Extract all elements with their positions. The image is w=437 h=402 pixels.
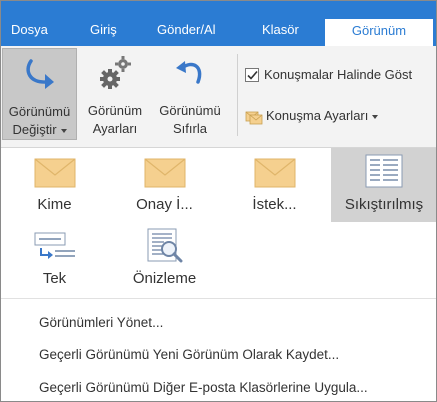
manage-views-menu-item[interactable]: Görünümleri Yönet... [39,315,163,330]
tab-file[interactable]: Dosya [11,20,48,46]
conversation-settings-icon [245,111,263,125]
chevron-down-icon [60,128,67,133]
view-settings-label-1: Görünüm [87,103,143,118]
ribbon-separator [237,54,238,136]
tab-view[interactable]: Görünüm [325,19,433,47]
reset-view-label-2: Sıfırla [173,121,207,136]
view-option-label: Tek [42,270,67,287]
view-settings-button[interactable]: Görünüm Ayarları [81,48,149,140]
view-option-label: Önizleme [132,270,197,287]
save-view-as-new-menu-item[interactable]: Geçerli Görünümü Yeni Görünüm Olarak Kay… [39,347,339,362]
change-view-label-1: Görünümü [8,104,71,119]
ribbon-tab-bar: Dosya Giriş Gönder/Al Klasör Görünüm [1,1,436,47]
change-view-label-2: Değiştir [3,122,76,138]
ribbon: Görünümü Değiştir Görünüm Ayarları Görün… [1,46,436,148]
preview-icon [147,228,182,263]
envelope-icon [254,158,295,188]
view-option-single[interactable]: Tek [1,224,108,296]
change-view-dropdown: Kime Onay İ... İstek... Sıkıştırılmış Te… [1,148,436,401]
single-list-icon [34,232,75,259]
show-as-conversations-label: Konuşmalar Halinde Göst [264,67,413,82]
outlook-window: Dosya Giriş Gönder/Al Klasör Görünüm Gör… [0,0,437,402]
view-option-label: İstek... [252,196,297,213]
view-option-label: Onay İ... [136,196,193,213]
reset-arrow-icon [176,61,202,84]
apply-view-to-other-folders-menu-item[interactable]: Geçerli Görünümü Diğer E-posta Klasörler… [39,380,368,395]
checkmark-icon [247,70,258,80]
change-view-icon [25,59,54,89]
tab-folder[interactable]: Klasör [262,20,299,46]
view-option-label: Kime [37,196,72,213]
tab-home[interactable]: Giriş [90,20,117,46]
view-option-approval[interactable]: Onay İ... [111,148,218,222]
view-settings-label-2: Ayarları [92,121,138,136]
view-option-compact[interactable]: Sıkıştırılmış [331,148,436,222]
tab-send-receive[interactable]: Gönder/Al [157,20,216,46]
reset-view-button[interactable]: Görünümü Sıfırla [153,48,227,140]
compact-list-icon [365,154,403,188]
view-option-to[interactable]: Kime [1,148,108,222]
gears-icon [100,56,131,89]
reset-view-label-1: Görünümü [159,103,221,118]
menu-divider [1,298,436,299]
conversation-settings-label: Konuşma Ayarları [266,108,379,123]
checkbox-box[interactable] [245,68,259,82]
chevron-down-icon [372,114,379,119]
view-option-label: Sıkıştırılmış [344,196,424,213]
view-option-preview[interactable]: Önizleme [111,224,218,296]
envelope-icon [144,158,185,188]
envelope-icon [34,158,75,188]
view-option-request[interactable]: İstek... [221,148,328,222]
change-view-button[interactable]: Görünümü Değiştir [2,48,77,140]
